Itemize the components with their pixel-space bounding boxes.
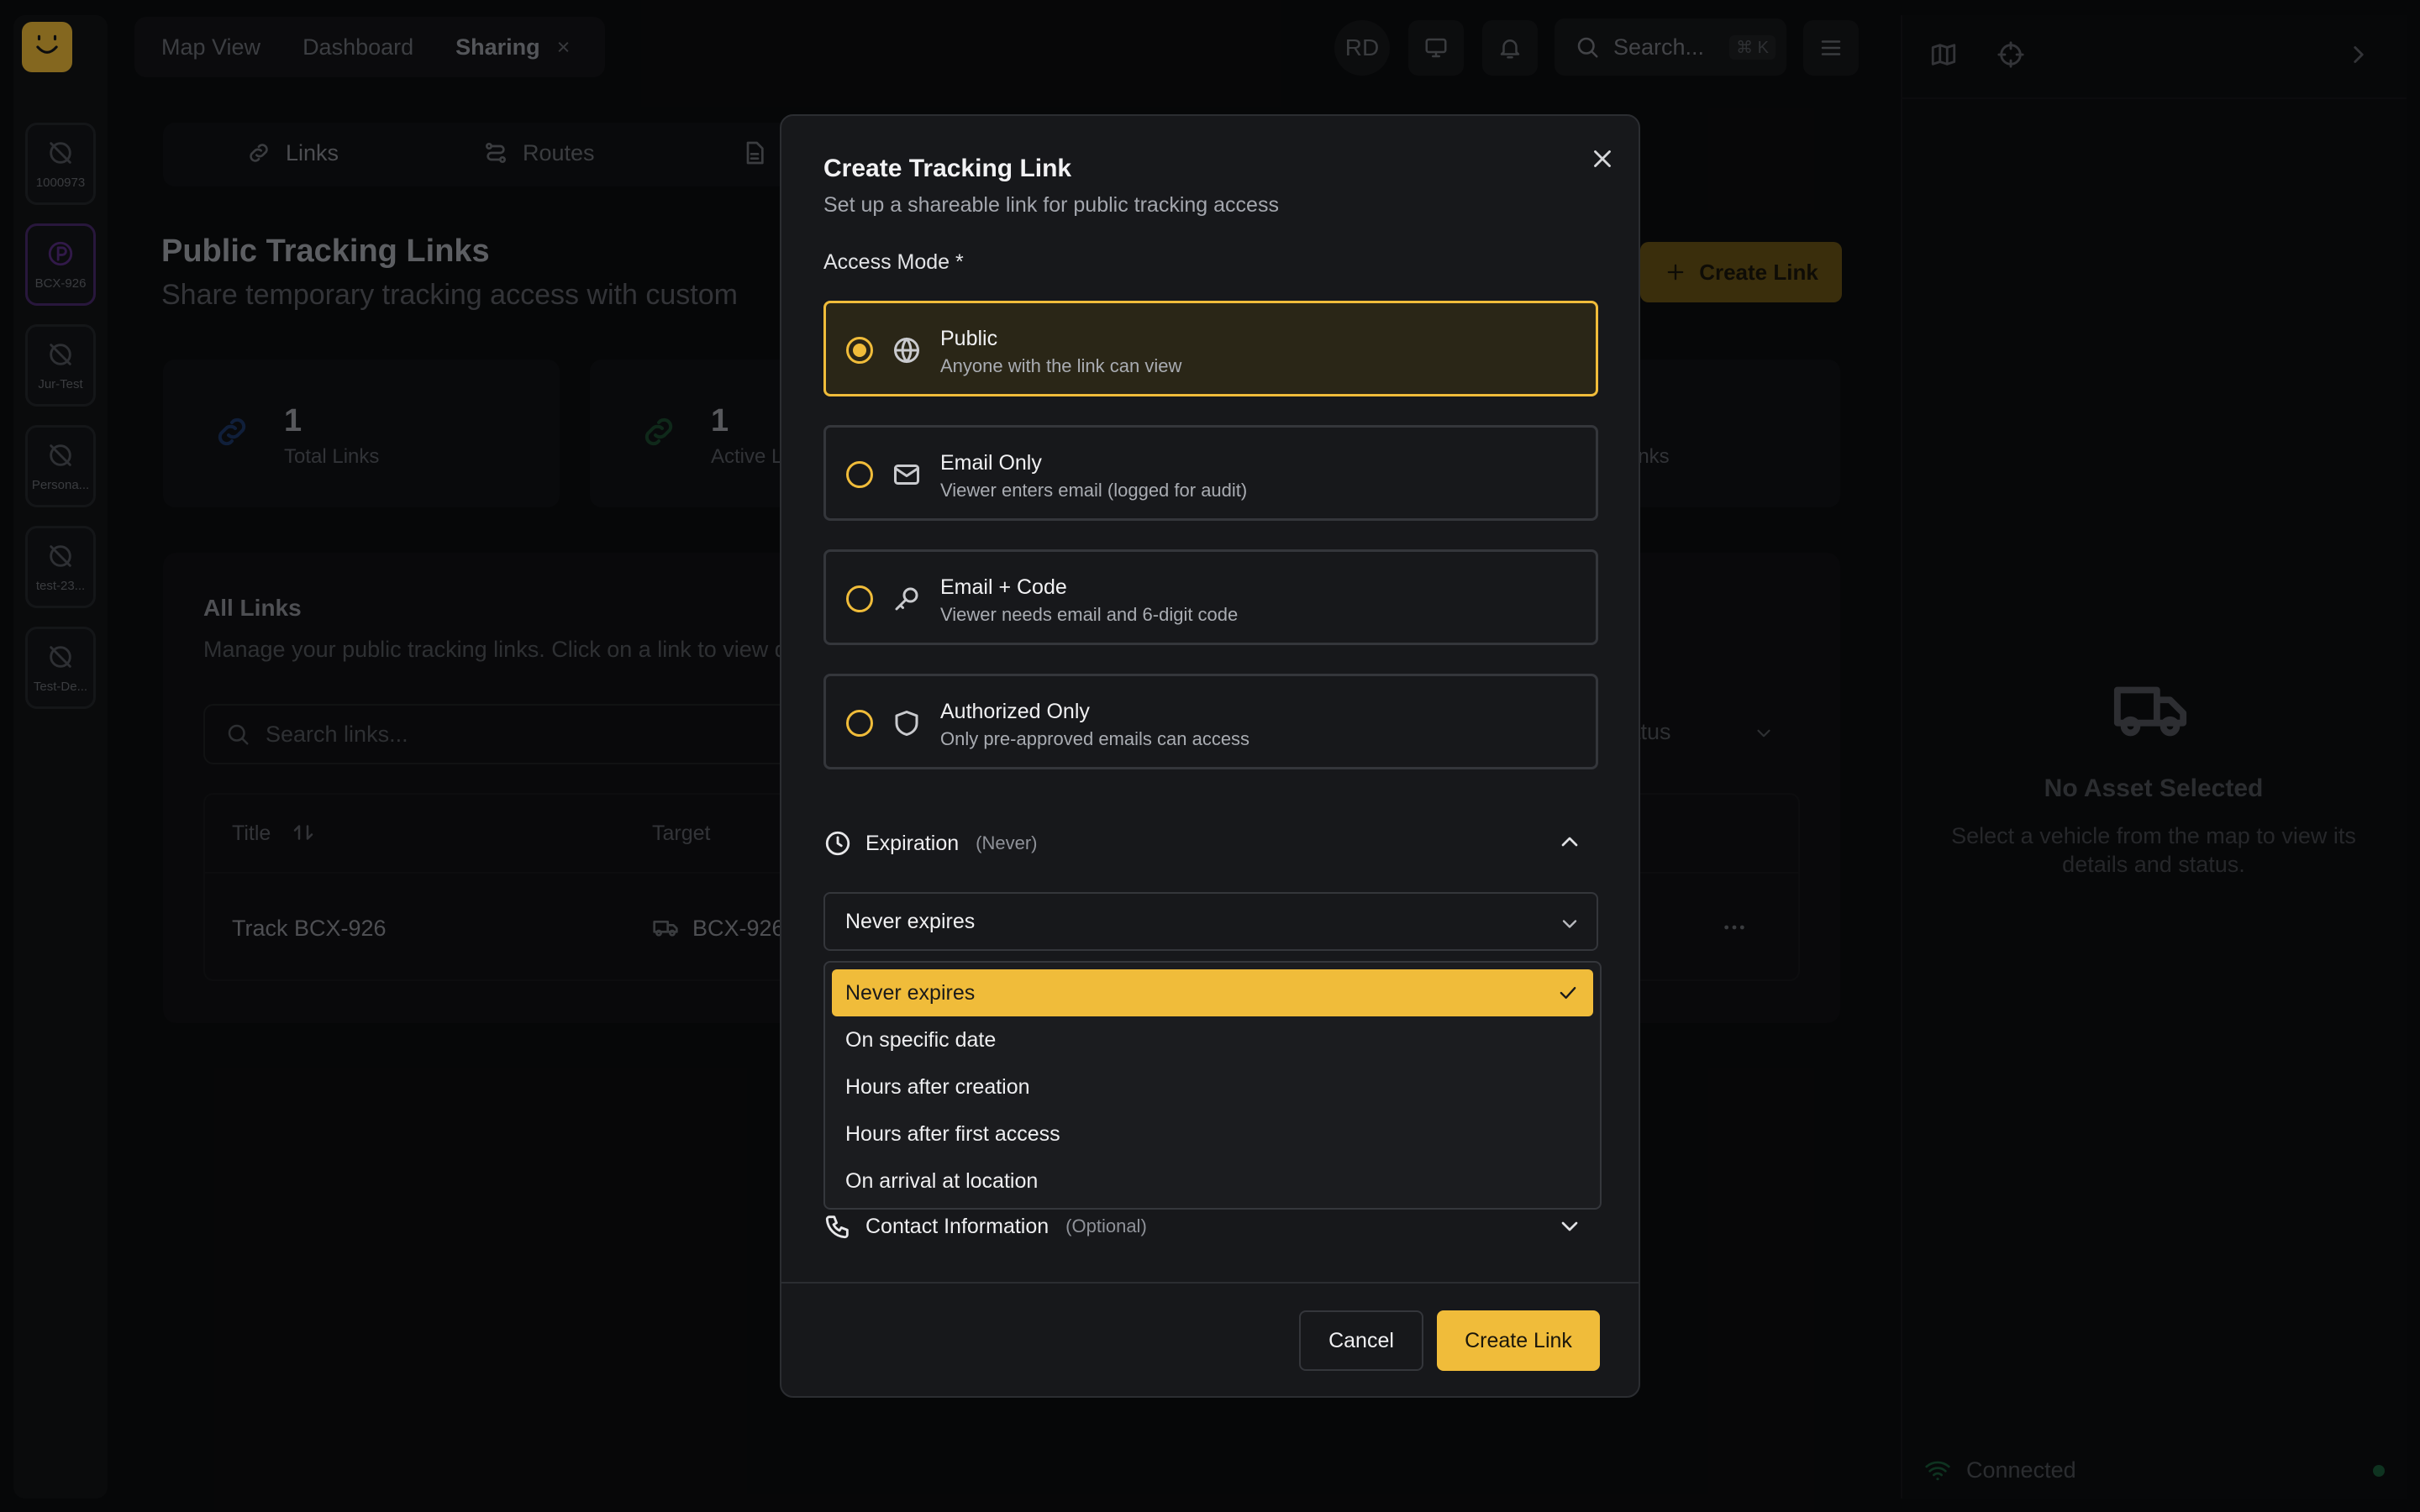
option-label: Never expires — [845, 980, 976, 1005]
option-description: Viewer needs email and 6-digit code — [940, 604, 1239, 625]
option-description: Only pre-approved emails can access — [940, 728, 1250, 749]
radio-email-code[interactable] — [846, 585, 873, 612]
access-option-email-code[interactable]: Email + Code Viewer needs email and 6-di… — [823, 549, 1598, 645]
contact-note: (Optional) — [1065, 1215, 1147, 1236]
chevron-down-icon — [1562, 920, 1577, 928]
option-label: Hours after first access — [845, 1121, 1060, 1146]
access-mode-label: Access Mode * — [823, 250, 964, 274]
option-label: Hours after creation — [845, 1074, 1030, 1099]
dropdown-option-hours-after-first-access[interactable]: Hours after first access — [832, 1110, 1593, 1158]
dropdown-option-specific-date[interactable]: On specific date — [832, 1016, 1593, 1063]
chevron-up-icon[interactable] — [1556, 828, 1583, 855]
option-label: On arrival at location — [845, 1168, 1039, 1193]
chevron-down-icon[interactable] — [1556, 1213, 1583, 1240]
access-option-email-only[interactable]: Email Only Viewer enters email (logged f… — [823, 425, 1598, 521]
contact-label: Contact Information — [865, 1214, 1050, 1238]
create-link-button[interactable]: Create Link — [1437, 1310, 1600, 1371]
option-title: Public — [940, 327, 998, 350]
expiration-dropdown: Never expires On specific date Hours aft… — [823, 961, 1602, 1210]
clock-icon — [825, 831, 850, 856]
access-option-public[interactable]: Public Anyone with the link can view — [823, 301, 1598, 396]
option-label: On specific date — [845, 1027, 997, 1052]
radio-public[interactable] — [846, 337, 873, 364]
phone-icon — [825, 1215, 849, 1239]
option-description: Anyone with the link can view — [940, 355, 1182, 376]
shield-icon — [895, 711, 918, 736]
expiration-section-header[interactable]: Expiration (Never) — [823, 827, 1598, 860]
globe-icon — [894, 338, 919, 363]
option-description: Viewer enters email (logged for audit) — [940, 480, 1248, 501]
option-title: Email Only — [940, 451, 1042, 475]
key-icon — [895, 587, 918, 611]
radio-authorized-only[interactable] — [846, 710, 873, 737]
dropdown-option-arrival-at-location[interactable]: On arrival at location — [832, 1158, 1593, 1205]
check-icon — [1560, 987, 1576, 999]
expiration-note: (Never) — [976, 832, 1038, 853]
modal-footer-divider — [781, 1282, 1639, 1284]
expiration-select[interactable]: Never expires — [823, 892, 1598, 951]
dropdown-option-never-expires[interactable]: Never expires — [832, 969, 1593, 1016]
expiration-selected-value: Never expires — [845, 909, 976, 933]
access-option-authorized-only[interactable]: Authorized Only Only pre-approved emails… — [823, 674, 1598, 769]
radio-email-only[interactable] — [846, 461, 873, 488]
contact-section-header[interactable]: Contact Information (Optional) — [823, 1210, 1598, 1243]
option-title: Email + Code — [940, 575, 1067, 599]
modal-title: Create Tracking Link — [823, 155, 1072, 182]
dropdown-option-hours-after-creation[interactable]: Hours after creation — [832, 1063, 1593, 1110]
mail-icon — [894, 465, 919, 485]
close-icon[interactable] — [1588, 144, 1617, 173]
cancel-button[interactable]: Cancel — [1299, 1310, 1423, 1371]
create-tracking-link-modal: Create Tracking Link Set up a shareable … — [780, 114, 1640, 1398]
expiration-label: Expiration — [865, 831, 960, 855]
modal-subtitle: Set up a shareable link for public track… — [823, 193, 1279, 217]
option-title: Authorized Only — [940, 700, 1090, 723]
